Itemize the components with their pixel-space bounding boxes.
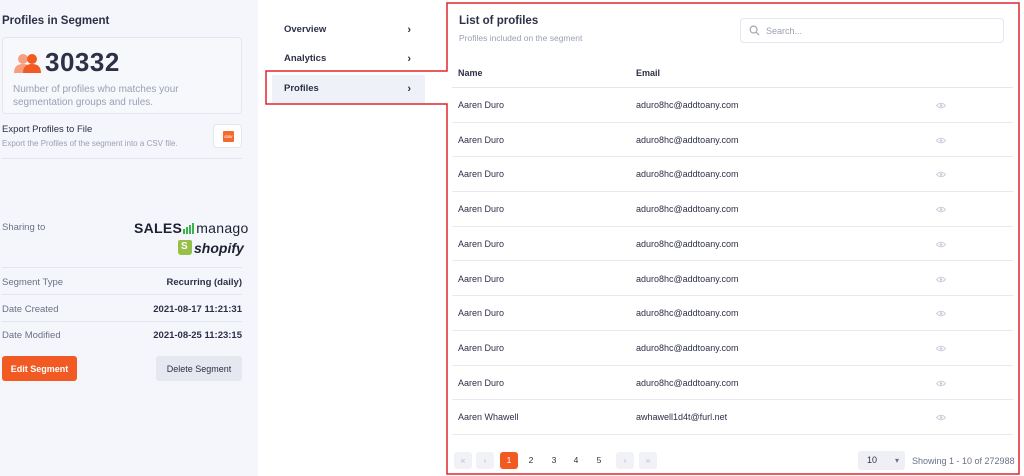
eye-icon[interactable] (936, 102, 946, 109)
profile-email: aduro8hc@addtoany.com (636, 273, 739, 284)
next-page-button[interactable]: › (616, 452, 634, 469)
export-csv-button[interactable]: CSV (213, 124, 242, 148)
profile-email: aduro8hc@addtoany.com (636, 342, 739, 353)
divider (2, 294, 242, 295)
table-row[interactable]: Aaren Duro aduro8hc@addtoany.com (452, 296, 1013, 331)
eye-icon[interactable] (936, 310, 946, 317)
profile-name: Aaren Duro (458, 342, 505, 353)
shopify-bag-icon (178, 240, 192, 255)
profile-email: aduro8hc@addtoany.com (636, 238, 739, 249)
segment-type-value: Recurring (daily) (166, 277, 243, 288)
eye-icon[interactable] (936, 276, 946, 283)
column-header-email[interactable]: Email (636, 68, 660, 78)
page-button-1[interactable]: 1 (500, 452, 518, 469)
eye-icon[interactable] (936, 241, 946, 248)
profile-email: aduro8hc@addtoany.com (636, 204, 739, 215)
eye-icon[interactable] (936, 380, 946, 387)
csv-file-icon: CSV (223, 131, 234, 142)
page-button-5[interactable]: 5 (590, 452, 608, 469)
profile-email: aduro8hc@addtoany.com (636, 377, 739, 388)
profile-name: Aaren Duro (458, 273, 505, 284)
profile-name: Aaren Duro (458, 308, 505, 319)
table-row[interactable]: Aaren Duro aduro8hc@addtoany.com (452, 262, 1013, 297)
last-page-button[interactable]: » (639, 452, 657, 469)
sharing-label: Sharing to (2, 222, 46, 233)
page-button-3[interactable]: 3 (545, 452, 563, 469)
table-row[interactable]: Aaren Duro aduro8hc@addtoany.com (452, 123, 1013, 158)
table-row[interactable]: Aaren Duro aduro8hc@addtoany.com (452, 227, 1013, 262)
eye-icon[interactable] (936, 414, 946, 421)
edit-segment-button[interactable]: Edit Segment (2, 356, 77, 381)
shopify-logo: shopify (178, 240, 244, 256)
list-subtitle: Profiles included on the segment (459, 33, 583, 43)
page-button-2[interactable]: 2 (522, 452, 540, 469)
users-icon (14, 54, 41, 73)
divider (2, 158, 242, 159)
date-modified-value: 2021-08-25 11:23:15 (153, 330, 242, 341)
profile-count: 30332 (45, 47, 120, 77)
chevron-right-icon: › (407, 83, 411, 95)
profile-email: aduro8hc@addtoany.com (636, 134, 739, 145)
per-page-select[interactable]: 10 ▾ (858, 451, 905, 470)
page-button-4[interactable]: 4 (567, 452, 585, 469)
export-title: Export Profiles to File (2, 124, 93, 135)
prev-page-button[interactable]: ‹ (476, 452, 494, 469)
list-title: List of profiles (459, 15, 539, 27)
segment-type-label: Segment Type (2, 277, 64, 288)
salesmanago-logo: SALES manago (134, 220, 249, 236)
profile-email: aduro8hc@addtoany.com (636, 308, 739, 319)
table-row[interactable]: Aaren Duro aduro8hc@addtoany.com (452, 192, 1013, 227)
profile-count-card: 30332 Number of profiles who matches you… (2, 37, 242, 114)
search-input[interactable] (766, 23, 996, 39)
eye-icon[interactable] (936, 206, 946, 213)
chevron-right-icon: › (407, 53, 411, 65)
table-row[interactable]: Aaren Duro aduro8hc@addtoany.com (452, 331, 1013, 366)
salesmanago-bars-icon (183, 223, 195, 234)
divider (2, 267, 242, 268)
table-row[interactable]: Aaren Duro aduro8hc@addtoany.com (452, 366, 1013, 401)
profile-count-description: Number of profiles who matches your segm… (13, 84, 179, 108)
eye-icon[interactable] (936, 171, 946, 178)
divider (2, 321, 242, 322)
search-icon (749, 25, 760, 36)
first-page-button[interactable]: « (454, 452, 472, 469)
eye-icon[interactable] (936, 345, 946, 352)
chevron-right-icon: › (407, 24, 411, 36)
search-box (740, 18, 1004, 43)
profile-email: aduro8hc@addtoany.com (636, 169, 739, 180)
profile-name: Aaren Duro (458, 204, 505, 215)
nav-item-analytics[interactable]: Analytics › (272, 45, 425, 73)
profile-name: Aaren Duro (458, 134, 505, 145)
table-row[interactable]: Aaren Whawell awhawell1d4t@furl.net (452, 400, 1013, 435)
table-row[interactable]: Aaren Duro aduro8hc@addtoany.com (452, 88, 1013, 123)
chevron-down-icon: ▾ (894, 456, 899, 465)
table-row[interactable]: Aaren Duro aduro8hc@addtoany.com (452, 157, 1013, 193)
eye-icon[interactable] (936, 137, 946, 144)
panel-title: Profiles in Segment (2, 15, 110, 27)
nav-item-profiles[interactable]: Profiles › (272, 75, 425, 103)
segment-summary-panel: Profiles in Segment 30332 Number of prof… (0, 0, 258, 476)
pagination-summary: Showing 1 - 10 of 272988 (912, 456, 1015, 466)
profile-email: awhawell1d4t@furl.net (636, 412, 728, 423)
profile-name: Aaren Duro (458, 169, 505, 180)
date-created-value: 2021-08-17 11:21:31 (153, 304, 242, 315)
profile-name: Aaren Duro (458, 238, 505, 249)
profile-name: Aaren Duro (458, 100, 505, 110)
profile-name: Aaren Whawell (458, 412, 519, 423)
profile-name: Aaren Duro (458, 377, 505, 388)
nav-item-overview[interactable]: Overview › (272, 16, 425, 44)
date-modified-label: Date Modified (2, 330, 61, 341)
profile-email: aduro8hc@addtoany.com (636, 100, 739, 110)
export-description: Export the Profiles of the segment into … (2, 139, 178, 148)
delete-segment-button[interactable]: Delete Segment (156, 356, 242, 381)
date-created-label: Date Created (2, 304, 59, 315)
column-header-name[interactable]: Name (458, 68, 483, 78)
